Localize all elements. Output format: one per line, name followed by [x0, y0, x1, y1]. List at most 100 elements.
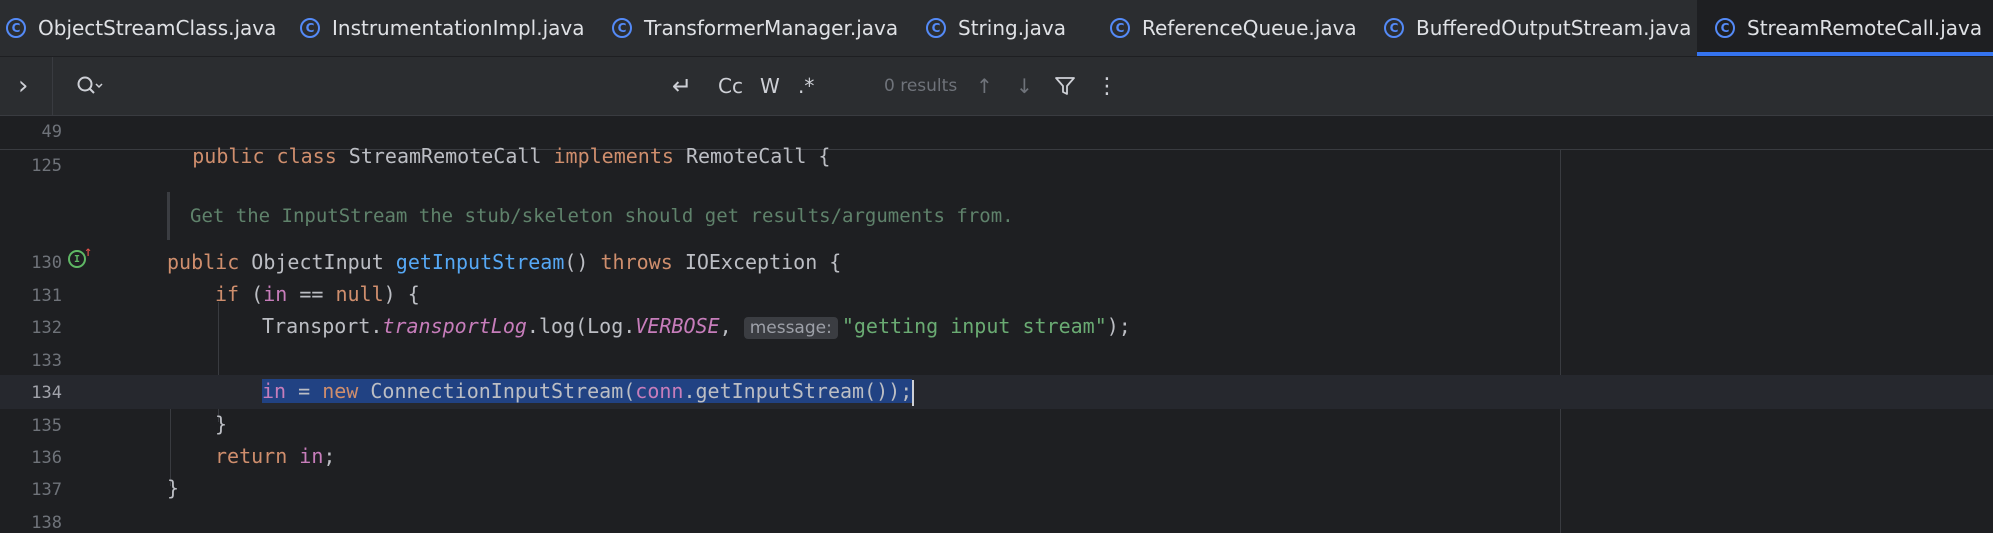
line-number: 131	[31, 286, 62, 306]
whole-words-label: W	[760, 74, 780, 98]
string-literal: "getting input stream"	[841, 314, 1107, 338]
tab-label: InstrumentationImpl.java	[332, 16, 585, 40]
code-line-135[interactable]: }	[215, 412, 227, 436]
token: IOException {	[684, 250, 842, 274]
line-number: 137	[31, 480, 62, 500]
tab-objectstreamclass[interactable]: C ObjectStreamClass.java	[6, 0, 276, 56]
tab-label: String.java	[958, 16, 1066, 40]
right-margin-guide	[1560, 116, 1561, 533]
token: null	[335, 282, 384, 306]
code-line-132[interactable]: Transport.transportLog.log(Log.VERBOSE, …	[262, 314, 1131, 339]
arrow-up-icon: ↑	[976, 74, 993, 98]
filter-icon	[1055, 77, 1075, 95]
token: conn	[635, 379, 684, 403]
doc-comment-text: Get the InputStream the stub/skeleton sh…	[190, 205, 1014, 227]
token: ) {	[383, 282, 420, 306]
token: );	[1106, 314, 1131, 338]
newline-icon: ↵	[672, 72, 693, 100]
token: return	[215, 444, 288, 468]
arrow-down-icon: ↓	[1016, 74, 1033, 98]
tab-transformermanager[interactable]: C TransformerManager.java	[612, 0, 898, 56]
token: throws	[600, 250, 673, 274]
token: VERBOSE	[635, 314, 720, 338]
line-number: 132	[31, 318, 62, 338]
findbar-divider	[52, 57, 53, 115]
results-count: 0 results	[884, 76, 958, 96]
sticky-code: public class StreamRemoteCall implements…	[192, 144, 831, 168]
tab-label: ReferenceQueue.java	[1142, 16, 1357, 40]
new-line-toggle[interactable]: ↵	[672, 57, 692, 115]
java-class-icon: C	[6, 18, 26, 38]
token: ==	[287, 282, 336, 306]
token: in	[263, 282, 288, 306]
java-class-linked-icon: C	[926, 18, 946, 38]
more-options-button[interactable]: ⋮	[1096, 57, 1118, 115]
tab-label: ObjectStreamClass.java	[38, 16, 277, 40]
line-number: 130	[31, 253, 62, 273]
token: ;	[323, 444, 336, 468]
line-number: 49	[41, 122, 62, 142]
search-icon	[77, 76, 103, 94]
tab-label: TransformerManager.java	[644, 16, 899, 40]
tab-label: BufferedOutputStream.java	[1416, 16, 1692, 40]
tab-instrumentationimpl[interactable]: C InstrumentationImpl.java	[300, 0, 585, 56]
line-number: 125	[31, 156, 62, 176]
code-editor[interactable]: 49 public class StreamRemoteCall impleme…	[0, 116, 1993, 533]
line-number: 133	[31, 351, 62, 371]
line-number: 136	[31, 448, 62, 468]
editor-tab-bar: C ObjectStreamClass.java C Instrumentati…	[0, 0, 1993, 57]
chevron-right-icon: ›	[18, 71, 29, 101]
regex-toggle[interactable]: .*	[798, 57, 814, 115]
token: if	[215, 282, 240, 306]
parameter-hint: message:	[743, 317, 838, 339]
token: (	[239, 282, 264, 306]
java-class-icon: C	[612, 18, 632, 38]
search-input[interactable]	[112, 69, 656, 105]
line-number: 135	[31, 416, 62, 436]
token: new	[322, 379, 359, 403]
next-occurrence-button[interactable]: ↓	[1016, 57, 1033, 115]
text-caret	[912, 379, 915, 406]
token: in	[262, 379, 287, 403]
token: =	[286, 379, 323, 403]
token: ConnectionInputStream(	[358, 379, 636, 403]
tab-referencequeue[interactable]: C ReferenceQueue.java	[1110, 0, 1357, 56]
tab-bufferedoutputstream[interactable]: C BufferedOutputStream.java	[1384, 0, 1691, 56]
tab-streamremotecall[interactable]: C StreamRemoteCall.java ×	[1697, 0, 1993, 56]
token: .log(Log.	[526, 314, 636, 338]
expand-replace-button[interactable]: ›	[18, 57, 28, 115]
tab-label: StreamRemoteCall.java	[1747, 16, 1983, 40]
previous-occurrence-button[interactable]: ↑	[976, 57, 993, 115]
java-class-icon: C	[1110, 18, 1130, 38]
selection: in = new ConnectionInputStream(conn.getI…	[262, 379, 913, 403]
rendered-doc-comment[interactable]: Get the InputStream the stub/skeleton sh…	[167, 192, 1560, 240]
tab-string[interactable]: C String.java	[926, 0, 1066, 56]
token: Transport.	[262, 314, 383, 338]
filter-button[interactable]	[1054, 57, 1076, 115]
token: ObjectInput	[251, 250, 384, 274]
token: in	[299, 444, 324, 468]
token: public	[167, 250, 240, 274]
sticky-scope-line[interactable]: 49 public class StreamRemoteCall impleme…	[0, 116, 1993, 168]
code-line-130[interactable]: public ObjectInput getInputStream() thro…	[167, 250, 841, 274]
search-history-button[interactable]	[76, 57, 104, 115]
token: transportLog	[382, 314, 527, 338]
indent-guide	[170, 406, 171, 486]
find-bar: › ↵ Cc W .* 0 results ↑ ↓ ⋮	[0, 57, 1993, 116]
code-line-136[interactable]: return in;	[215, 444, 335, 468]
java-class-icon: C	[1384, 18, 1404, 38]
code-line-137[interactable]: }	[167, 476, 179, 500]
match-case-toggle[interactable]: Cc	[718, 57, 743, 115]
line-number: 138	[31, 513, 62, 533]
line-number: 134	[31, 383, 62, 403]
whole-words-toggle[interactable]: W	[760, 57, 780, 115]
token: .getInputStream());	[683, 379, 913, 403]
code-line-131[interactable]: if (in == null) {	[215, 282, 420, 306]
regex-label: .*	[798, 74, 815, 98]
match-case-label: Cc	[718, 74, 743, 98]
java-class-icon: C	[1715, 18, 1735, 38]
more-vertical-icon: ⋮	[1096, 73, 1118, 99]
code-line-134[interactable]: in = new ConnectionInputStream(conn.getI…	[262, 379, 915, 406]
token: ,	[719, 314, 744, 338]
method-name: getInputStream	[395, 250, 565, 274]
